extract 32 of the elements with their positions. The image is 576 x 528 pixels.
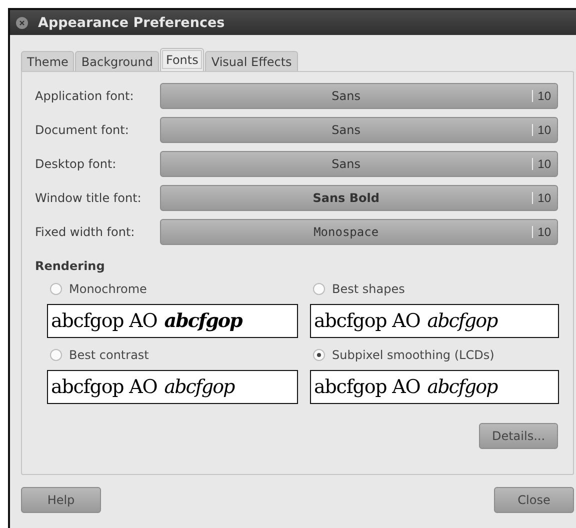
radio-label: Monochrome (69, 282, 147, 296)
radio-button[interactable] (50, 348, 62, 360)
tab[interactable]: Visual Effects (205, 51, 298, 71)
font-sample: abcfgop AO abcfgop (47, 370, 298, 404)
help-button[interactable]: Help (21, 487, 101, 513)
font-label: Document font: (35, 123, 130, 137)
radio-label: Best contrast (69, 348, 149, 362)
font-picker-button[interactable]: Sans 10 (160, 151, 558, 177)
close-icon[interactable] (16, 16, 28, 28)
details-button[interactable]: Details... (479, 423, 558, 449)
radio-button[interactable] (50, 282, 62, 294)
section-heading: Rendering (35, 259, 106, 273)
font-sample: abcfgop AO abcfgop (310, 370, 559, 404)
tab[interactable]: Fonts (160, 48, 204, 71)
font-label: Application font: (35, 89, 135, 103)
radio-button[interactable] (313, 282, 325, 294)
window-title: Appearance Preferences (38, 14, 225, 30)
font-sample: abcfgop AO abcfgop (47, 304, 298, 338)
font-sample: abcfgop AO abcfgop (310, 304, 559, 338)
radio-label: Subpixel smoothing (LCDs) (332, 348, 494, 362)
tab[interactable]: Background (75, 51, 159, 71)
close-button[interactable]: Close (494, 487, 574, 513)
font-label: Window title font: (35, 191, 142, 205)
font-picker-button[interactable]: Monospace 10 (160, 219, 558, 245)
font-label: Fixed width font: (35, 225, 136, 239)
font-picker-button[interactable]: Sans 10 (160, 83, 558, 109)
tab[interactable]: Theme (21, 51, 74, 71)
radio-label: Best shapes (332, 282, 405, 296)
font-picker-button[interactable]: Sans 10 (160, 117, 558, 143)
font-picker-button[interactable]: Sans Bold 10 (160, 185, 558, 211)
font-label: Desktop font: (35, 157, 118, 171)
radio-button[interactable] (313, 348, 325, 360)
